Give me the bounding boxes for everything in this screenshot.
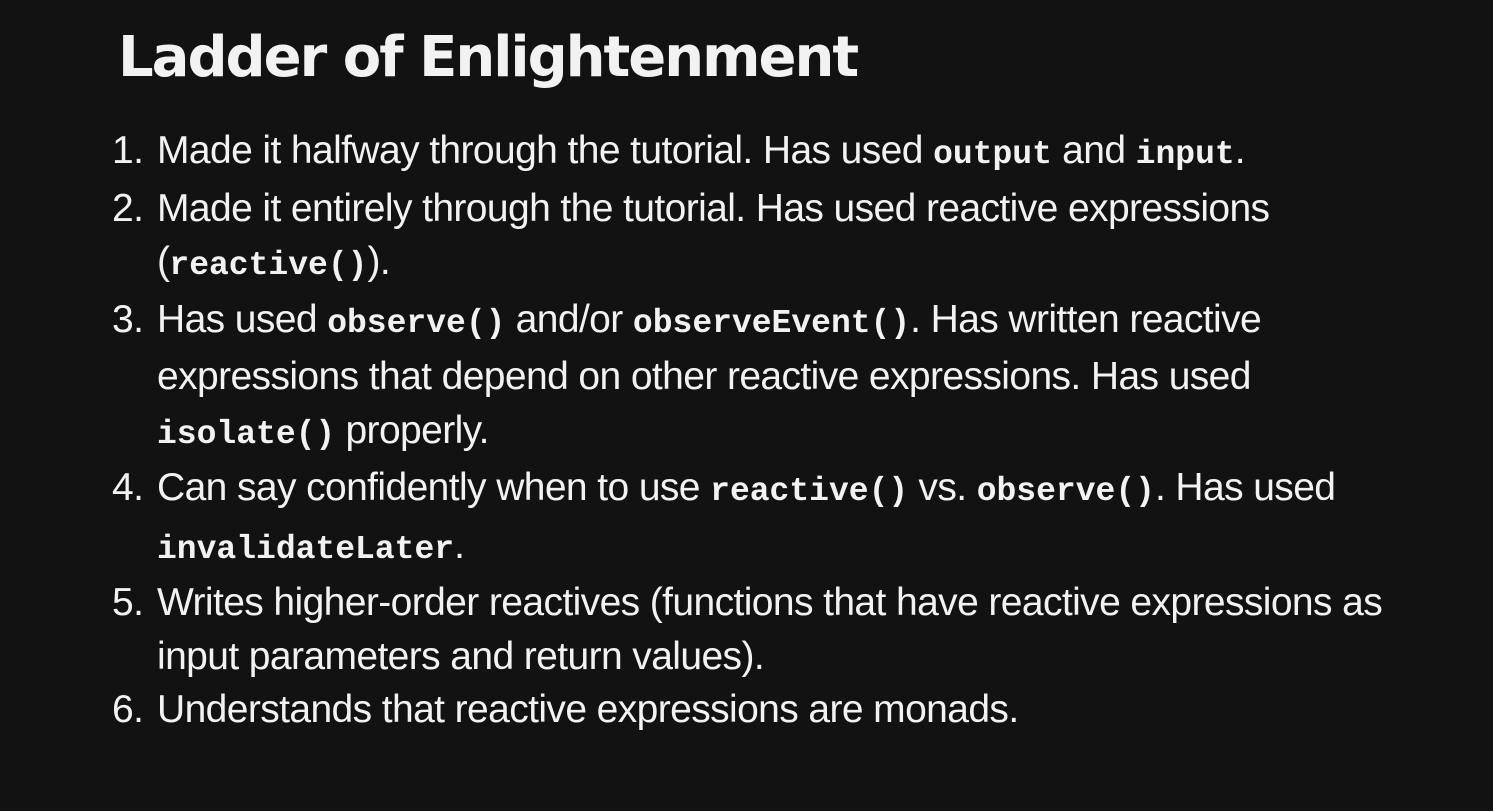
inline-code: observeEvent() <box>632 304 911 342</box>
text-run: properly. <box>335 408 489 452</box>
enlightenment-list: 1. Made it halfway through the tutorial. … <box>112 124 1432 737</box>
list-item-number: 4. <box>112 466 144 509</box>
list-item-text: Can say confidently when to use reactive… <box>157 466 1336 568</box>
list-item-text: Made it entirely through the tutorial. H… <box>157 187 1270 285</box>
inline-code: isolate() <box>157 415 336 453</box>
text-run: vs. <box>908 466 977 509</box>
list-item-number: 6. <box>112 688 144 731</box>
list-item-text: Has used observe() and/or observeEvent()… <box>157 297 1262 453</box>
text-run: Has used <box>157 297 328 341</box>
text-run: and <box>1051 129 1136 172</box>
slide-title: Ladder of Enlightenment <box>118 25 859 90</box>
list-item: 2. Made it entirely through the tutorial.… <box>112 182 1432 293</box>
list-item-number: 5. <box>112 581 144 624</box>
text-run: ). <box>367 240 391 283</box>
slide: Ladder of Enlightenment 1. Made it halfwa… <box>0 0 1493 811</box>
text-run: Writes higher-order reactives (functions… <box>157 581 1383 678</box>
list-item: 3. Has used observe() and/or observeEvent… <box>112 293 1432 462</box>
text-run: . <box>1234 129 1246 172</box>
inline-code: reactive() <box>710 473 909 510</box>
inline-code: observe() <box>327 304 506 342</box>
list-item: 4. Can say confidently when to use reacti… <box>112 461 1432 576</box>
list-item-text: Writes higher-order reactives (functions… <box>157 581 1383 678</box>
list-item-number: 3. <box>112 297 144 341</box>
inline-code: invalidateLater <box>157 530 455 568</box>
text-run: Can say confidently when to use <box>157 466 711 509</box>
text-run: Made it halfway through the tutorial. Ha… <box>157 129 934 172</box>
text-run: . Has used <box>1154 466 1336 509</box>
text-run: and/or <box>505 297 633 341</box>
inline-code: reactive() <box>169 247 368 284</box>
list-item-number: 2. <box>112 186 144 230</box>
list-item-text: Understands that reactive expressions ar… <box>157 688 1019 731</box>
inline-code: input <box>1135 136 1235 173</box>
list-item-text: Made it halfway through the tutorial. Ha… <box>157 129 1246 173</box>
text-run: Understands that reactive expressions ar… <box>157 688 1019 731</box>
list-item: 5. Writes higher-order reactives (functio… <box>112 576 1432 683</box>
list-item-number: 1. <box>112 129 144 172</box>
inline-code: output <box>933 136 1052 173</box>
inline-code: observe() <box>976 473 1155 510</box>
text-run: . <box>454 523 465 567</box>
list-item: 1. Made it halfway through the tutorial. … <box>112 124 1432 182</box>
list-item: 6. Understands that reactive expressions … <box>112 683 1432 737</box>
